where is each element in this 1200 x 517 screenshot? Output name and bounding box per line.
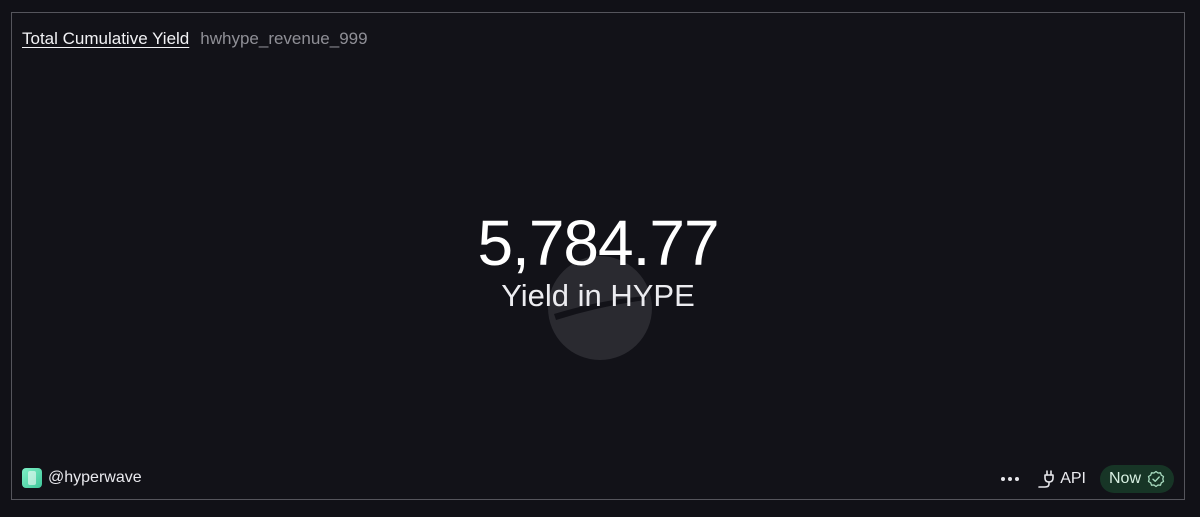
freshness-badge: Now [1099,465,1174,493]
api-label: API [1060,470,1086,487]
avatar[interactable] [22,468,42,488]
freshness-label: Now [1108,470,1141,487]
more-dots-icon [1001,477,1020,481]
more-options-button[interactable] [998,467,1022,491]
footer-actions: API Now [998,465,1174,493]
owner-info[interactable]: @hyperwave [22,468,142,488]
counter-label: Yield in HYPE [501,278,695,313]
counter-value: 5,784.77 [477,207,719,279]
plug-icon [1038,470,1054,488]
api-button[interactable]: API [1036,469,1086,489]
counter-area: 5,784.77 Yield in HYPE [12,13,1184,499]
counter-panel: Total Cumulative Yield hwhype_revenue_99… [11,12,1185,500]
check-badge-icon [1147,470,1165,488]
owner-handle[interactable]: @hyperwave [48,469,142,487]
